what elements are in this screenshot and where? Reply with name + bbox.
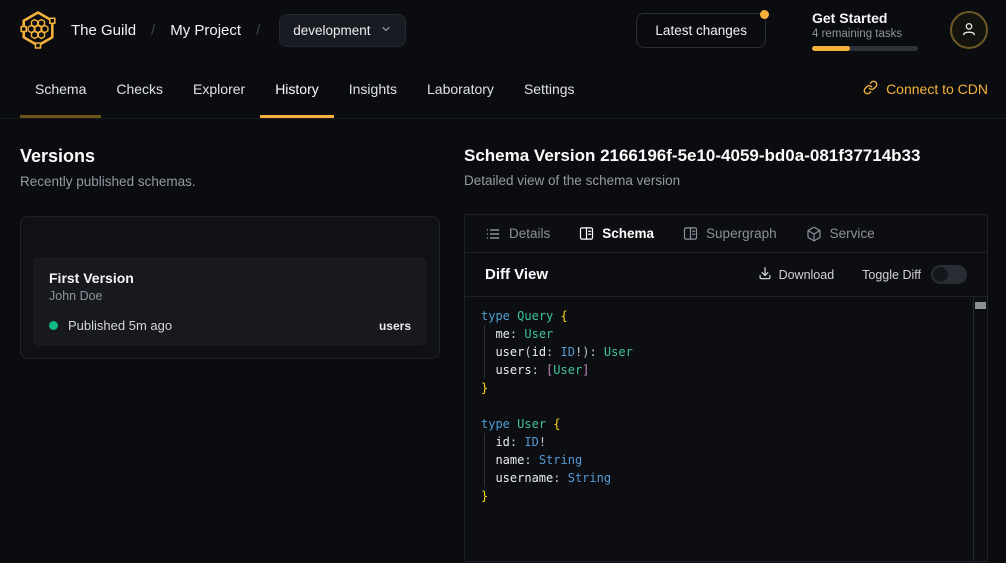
schema-detail-tabs: Details Schema Supergraph Service [465, 215, 987, 253]
project-breadcrumb[interactable]: My Project [170, 22, 241, 39]
detail-tab-schema[interactable]: Schema [579, 226, 654, 241]
list-icon [485, 226, 501, 242]
code-line: username: String [481, 469, 963, 487]
schema-version-panel: Schema Version 2166196f-5e10-4059-bd0a-0… [464, 119, 1006, 562]
code-line: } [481, 379, 963, 397]
schema-detail-card: Details Schema Supergraph Service Diff View… [464, 214, 988, 562]
toggle-diff-switch[interactable] [931, 265, 967, 284]
code-scrollbar-thumb[interactable] [975, 302, 986, 309]
code-line: type Query { [481, 307, 963, 325]
code-line: name: String [481, 451, 963, 469]
detail-tab-label: Details [509, 226, 550, 241]
environment-dropdown-value: development [293, 23, 370, 38]
detail-tab-label: Supergraph [706, 226, 777, 241]
versions-list-card: First Version John Doe Published 5m ago … [20, 216, 440, 359]
code-line: id: ID! [481, 433, 963, 451]
graphql-code[interactable]: type Query { me: User user(id: ID!): Use… [465, 297, 987, 515]
user-icon [960, 20, 978, 41]
primary-nav: SchemaChecksExplorerHistoryInsightsLabor… [0, 60, 1006, 119]
download-button[interactable]: Download [758, 266, 835, 283]
version-name: First Version [49, 270, 411, 286]
tab-insights[interactable]: Insights [334, 60, 412, 118]
get-started-title: Get Started [812, 10, 918, 26]
version-status: Published 5m ago [68, 318, 172, 333]
breadcrumb-separator: / [151, 22, 155, 39]
detail-tab-label: Schema [602, 226, 654, 241]
toggle-diff-label: Toggle Diff [862, 268, 921, 282]
tab-settings[interactable]: Settings [509, 60, 590, 118]
org-breadcrumb[interactable]: The Guild [71, 22, 136, 39]
get-started-widget[interactable]: Get Started 4 remaining tasks [812, 10, 918, 51]
tab-checks[interactable]: Checks [101, 60, 178, 118]
download-icon [758, 266, 772, 283]
code-line: users: [User] [481, 361, 963, 379]
hive-logo-icon[interactable] [18, 9, 58, 52]
version-author: John Doe [49, 289, 411, 303]
detail-tab-details[interactable]: Details [485, 226, 550, 242]
toggle-diff-group: Toggle Diff [862, 265, 967, 284]
notification-dot [760, 10, 769, 19]
connect-to-cdn-link[interactable]: Connect to CDN [863, 60, 988, 118]
detail-tab-service[interactable]: Service [806, 226, 875, 242]
schema-version-title: Schema Version 2166196f-5e10-4059-bd0a-0… [464, 146, 988, 166]
environment-dropdown[interactable]: development [279, 14, 405, 47]
tab-schema[interactable]: Schema [20, 60, 101, 118]
diff-actions: Download Toggle Diff [758, 265, 967, 284]
link-icon [863, 80, 878, 98]
code-line: me: User [481, 325, 963, 343]
download-label: Download [779, 268, 835, 282]
detail-tab-label: Service [830, 226, 875, 241]
diff-view-title: Diff View [485, 266, 548, 283]
chevron-down-icon [380, 23, 392, 38]
schema-code-viewer: type Query { me: User user(id: ID!): Use… [465, 297, 987, 561]
versions-panel: Versions Recently published schemas. Fir… [0, 119, 464, 562]
breadcrumb-separator: / [256, 22, 260, 39]
code-line [481, 397, 963, 415]
published-status-dot [49, 321, 58, 330]
connect-to-cdn-label: Connect to CDN [886, 81, 988, 97]
app-header: The Guild / My Project / development Lat… [0, 0, 1006, 60]
primary-nav-tabs: SchemaChecksExplorerHistoryInsightsLabor… [20, 60, 590, 118]
latest-changes-button[interactable]: Latest changes [636, 13, 766, 48]
main-content: Versions Recently published schemas. Fir… [0, 119, 1006, 562]
get-started-progress [812, 46, 918, 51]
detail-tab-supergraph[interactable]: Supergraph [683, 226, 777, 241]
tab-history[interactable]: History [260, 60, 334, 118]
version-list-item[interactable]: First Version John Doe Published 5m ago … [33, 257, 427, 346]
code-line: type User { [481, 415, 963, 433]
version-status-row: Published 5m ago users [49, 318, 411, 333]
get-started-subtitle: 4 remaining tasks [812, 28, 918, 40]
versions-title: Versions [20, 146, 440, 167]
box-icon [806, 226, 822, 242]
code-line: } [481, 487, 963, 505]
tab-explorer[interactable]: Explorer [178, 60, 260, 118]
columns-icon [579, 226, 594, 241]
switch-knob [933, 267, 948, 282]
tab-laboratory[interactable]: Laboratory [412, 60, 509, 118]
code-scrollbar[interactable] [973, 297, 987, 561]
columns-icon [683, 226, 698, 241]
schema-version-subtitle: Detailed view of the schema version [464, 173, 988, 188]
version-service-badge: users [379, 319, 411, 333]
latest-changes-label: Latest changes [655, 23, 747, 38]
diff-toolbar: Diff View Download Toggle Diff [465, 253, 987, 297]
code-line: user(id: ID!): User [481, 343, 963, 361]
versions-subtitle: Recently published schemas. [20, 174, 440, 189]
user-avatar[interactable] [950, 11, 988, 49]
